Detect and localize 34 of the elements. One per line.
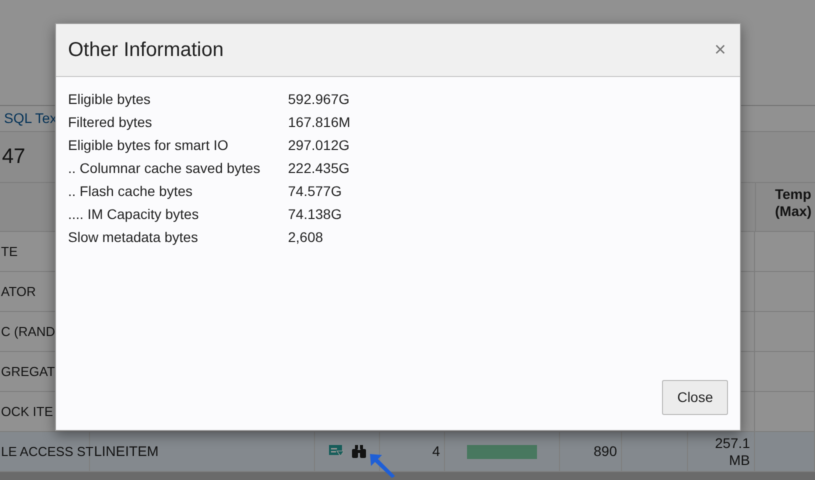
table-row[interactable]: LE ACCESS STLINEITEM 4 890 257.1 MB <box>0 432 815 472</box>
table-cell-text: C (RAND <box>1 322 56 341</box>
info-value: 74.138G <box>288 205 343 224</box>
table-cell-text: GREGAT <box>1 362 55 381</box>
info-value: 2,608 <box>288 228 324 247</box>
info-value: 222.435G <box>288 159 350 178</box>
column-header: Temp (Max) <box>755 183 815 231</box>
table-cell-text: 257.1 MB <box>714 434 750 468</box>
close-button[interactable]: × <box>712 40 728 60</box>
info-label: .... IM Capacity bytes <box>68 205 200 224</box>
info-label: .. Flash cache bytes <box>68 182 194 201</box>
info-value: 74.577G <box>288 182 343 201</box>
table-cell-text: 4 <box>432 442 440 461</box>
arrow-icon <box>368 452 396 478</box>
binoculars-icon[interactable] <box>352 445 366 458</box>
table-cell-text: OCK ITE <box>1 402 54 421</box>
table-cell-text: ATOR <box>1 282 36 301</box>
close-button[interactable]: Close <box>662 380 728 415</box>
info-value: 297.012G <box>288 136 350 155</box>
info-label: Eligible bytes <box>68 90 152 109</box>
progress-bar <box>467 444 537 458</box>
info-label: Slow metadata bytes <box>68 228 199 247</box>
table-cell-text: 890 <box>594 442 617 461</box>
info-label: .. Columnar cache saved bytes <box>68 159 262 178</box>
dialog-title: Other Information <box>68 38 224 63</box>
info-value: 592.967G <box>288 90 350 109</box>
table-cell-text: TE <box>1 242 18 261</box>
note-icon[interactable] <box>328 445 344 458</box>
info-label: Eligible bytes for smart IO <box>68 136 230 155</box>
table-cell-text: LE ACCESS ST <box>1 442 94 461</box>
info-value: 167.816M <box>288 113 352 132</box>
heading-text: 47 <box>2 144 26 170</box>
table-cell-text: LINEITEM <box>94 442 159 461</box>
info-label: Filtered bytes <box>68 113 154 132</box>
